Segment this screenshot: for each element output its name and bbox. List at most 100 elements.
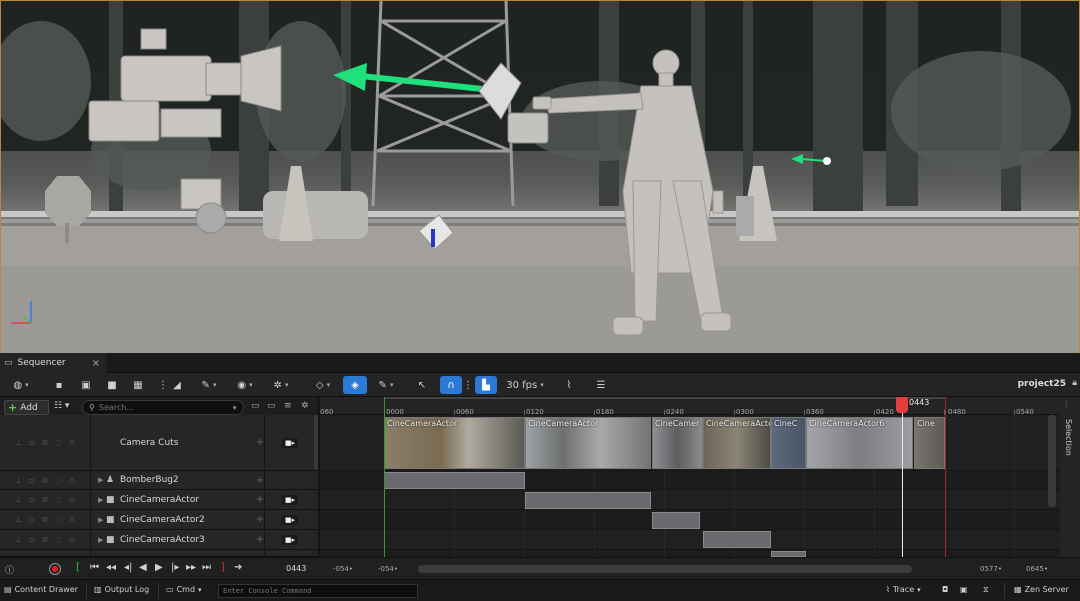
record-button[interactable] xyxy=(49,563,61,575)
pin-icon[interactable]: ⊥ xyxy=(15,515,22,524)
search-input[interactable] xyxy=(98,403,229,412)
pin-icon[interactable]: ⊥ xyxy=(15,438,22,447)
jump-to-start-icon[interactable]: ⏮ xyxy=(90,562,99,573)
camera-cut-section[interactable]: CineCameraActor xyxy=(525,417,651,469)
mute-icon[interactable]: ⊘ xyxy=(41,535,48,544)
collapse-icon[interactable]: ▭ xyxy=(251,401,260,411)
pin-icon[interactable]: ⊥ xyxy=(15,535,22,544)
pin-icon[interactable]: ⊥ xyxy=(15,495,22,504)
fps-dropdown[interactable]: 30 fps ▾ xyxy=(503,376,547,394)
screenshot-icon[interactable]: ▣ xyxy=(960,585,968,594)
snap-options-button[interactable]: ⋮ xyxy=(463,376,473,394)
track-row-cinecameraactor[interactable]: ⊥ ▫ ⊘ ◌ ∩ ▶ ■ CineCameraActor + ■▸ xyxy=(0,490,318,510)
play-icon[interactable]: ▶ xyxy=(155,562,163,573)
timeline-area[interactable]: 060 0000 0060 0120 0180 0240 0300 0360 0… xyxy=(320,397,1060,557)
visibility-icon[interactable]: ◌ xyxy=(55,438,62,447)
set-end-icon[interactable]: ] xyxy=(221,562,225,573)
lock-icon[interactable]: ▫ xyxy=(29,515,34,524)
bomberbug2-section[interactable] xyxy=(384,472,525,489)
expand-arrow-icon[interactable]: ▶ xyxy=(98,516,106,524)
playback-end-marker[interactable] xyxy=(945,397,946,557)
lock-icon[interactable]: ▫ xyxy=(29,476,34,485)
camera-capture-icon[interactable]: ◘ xyxy=(942,585,948,594)
playback-options-button[interactable]: ✲ ▾ xyxy=(268,376,294,394)
jump-to-end-icon[interactable]: ⏭ xyxy=(202,562,211,573)
console-command-input[interactable] xyxy=(218,584,418,598)
track-row-cinecameraactor3[interactable]: ⊥ ▫ ⊘ ◌ ∩ ▶ ■ CineCameraActor3 + ■▸ xyxy=(0,530,318,550)
current-frame-field[interactable]: 0443 xyxy=(286,564,306,573)
lock-icon[interactable]: ▫ xyxy=(29,438,34,447)
close-icon[interactable]: × xyxy=(92,358,100,369)
derived-data-icon[interactable]: ⧖ xyxy=(983,585,989,595)
playhead-handle[interactable] xyxy=(896,397,908,413)
content-drawer-button[interactable]: ▤ Content Drawer xyxy=(4,585,78,594)
expand-arrow-icon[interactable]: ▶ xyxy=(98,536,106,544)
loop-icon[interactable]: ➜ xyxy=(234,562,242,573)
camera-lock-button[interactable]: ■▸ xyxy=(282,438,298,448)
curve-editor-toggle[interactable]: ⌇ xyxy=(560,376,578,394)
lock-icon[interactable]: 🔒︎ xyxy=(1072,378,1077,388)
solo-icon[interactable]: ∩ xyxy=(69,495,75,504)
lock-icon[interactable]: ▫ xyxy=(29,495,34,504)
curve-editor-button[interactable]: ◢ xyxy=(170,376,184,394)
solo-icon[interactable]: ∩ xyxy=(69,438,75,447)
tools-menu-button[interactable]: ✎ ▾ xyxy=(196,376,222,394)
pin-icon[interactable]: ⊥ xyxy=(15,476,22,485)
view-start-field[interactable]: -054• xyxy=(333,565,353,573)
list-view-icon[interactable]: ≡ xyxy=(284,401,292,411)
sliders-icon[interactable]: ⫶ xyxy=(1065,400,1067,410)
outliner-scrollbar[interactable] xyxy=(314,415,318,470)
cinecameraactor-section[interactable] xyxy=(525,492,651,509)
trace-dropdown[interactable]: ⌇ Trace ▾ xyxy=(886,585,921,594)
level-viewport[interactable] xyxy=(0,0,1080,353)
camera-cut-section[interactable]: CineCamer xyxy=(652,417,703,469)
auto-key-toggle[interactable]: ◈ xyxy=(343,376,367,394)
render-queue-button[interactable]: ▦ xyxy=(130,376,146,394)
snap-to-frame-toggle[interactable]: ▙ xyxy=(475,376,497,394)
cinecameraactor3-section[interactable] xyxy=(703,531,771,548)
actions-button[interactable]: ⋮ xyxy=(156,376,170,394)
track-row-bomberbug2[interactable]: ⊥ ▫ ⊘ ◌ ∩ ▶ ♟ BomberBug2 + xyxy=(0,471,318,490)
visibility-icon[interactable]: ◌ xyxy=(55,535,62,544)
camera-cut-section[interactable]: CineCameraActo xyxy=(703,417,771,469)
set-start-icon[interactable]: [ xyxy=(76,562,80,573)
solo-icon[interactable]: ∩ xyxy=(69,535,75,544)
output-log-button[interactable]: ▥ Output Log xyxy=(94,585,149,594)
tab-sequencer[interactable]: ▭ Sequencer × xyxy=(0,353,106,373)
cmd-dropdown[interactable]: ▭ Cmd ▾ xyxy=(166,585,202,594)
camera-cut-section[interactable]: CineC xyxy=(771,417,806,469)
step-forward-icon[interactable]: |▸ xyxy=(171,562,179,573)
zen-server-button[interactable]: ▦ Zen Server xyxy=(1014,585,1069,594)
solo-icon[interactable]: ∩ xyxy=(69,515,75,524)
camera-cut-section[interactable]: CineCameraActor xyxy=(384,417,525,469)
view-end-field[interactable]: 0645• xyxy=(1026,565,1048,573)
key-options-button[interactable]: ◇ ▾ xyxy=(310,376,336,394)
visibility-icon[interactable]: ◌ xyxy=(55,476,62,485)
save-as-button[interactable]: ▣ xyxy=(78,376,94,394)
lock-icon[interactable]: ▫ xyxy=(29,535,34,544)
track-row-camera-cuts[interactable]: ⊥ ▫ ⊘ ◌ ∩ Camera Cuts + ■▸ xyxy=(0,415,318,471)
working-end-field[interactable]: 0577• xyxy=(980,565,1002,573)
next-key-icon[interactable]: ▸▸ xyxy=(186,562,196,573)
sequence-list-button[interactable]: ☰ xyxy=(592,376,610,394)
filter-button[interactable]: ☷ ▾ xyxy=(54,401,76,415)
settings-icon[interactable]: ✲ xyxy=(301,401,309,411)
working-start-field[interactable]: -054• xyxy=(378,565,398,573)
visibility-icon[interactable]: ◌ xyxy=(55,495,62,504)
info-icon[interactable]: ⓘ xyxy=(5,563,14,576)
camera-lock-button[interactable]: ■▸ xyxy=(282,515,298,525)
expand-arrow-icon[interactable]: ▶ xyxy=(98,496,106,504)
camera-lock-button[interactable]: ■▸ xyxy=(282,495,298,505)
camera-cut-section[interactable]: CineCameraActor6 xyxy=(806,417,913,469)
search-box[interactable]: ⚲ ▾ xyxy=(82,400,244,415)
world-menu-button[interactable]: ◍ ▾ xyxy=(8,376,34,394)
solo-icon[interactable]: ∩ xyxy=(69,476,75,485)
camera-lock-button[interactable]: ■▸ xyxy=(282,535,298,545)
timeline-vertical-scrollbar[interactable] xyxy=(1048,415,1056,507)
play-reverse-icon[interactable]: ◀ xyxy=(139,562,147,573)
camera-cut-section[interactable]: Cine xyxy=(914,417,945,469)
select-keys-button[interactable]: ↖ xyxy=(414,376,430,394)
previous-key-icon[interactable]: ◂◂ xyxy=(106,562,116,573)
edit-mode-button[interactable]: ✎ ▾ xyxy=(374,376,398,394)
track-row-cinecameraactor2[interactable]: ⊥ ▫ ⊘ ◌ ∩ ▶ ■ CineCameraActor2 + ■▸ xyxy=(0,510,318,530)
